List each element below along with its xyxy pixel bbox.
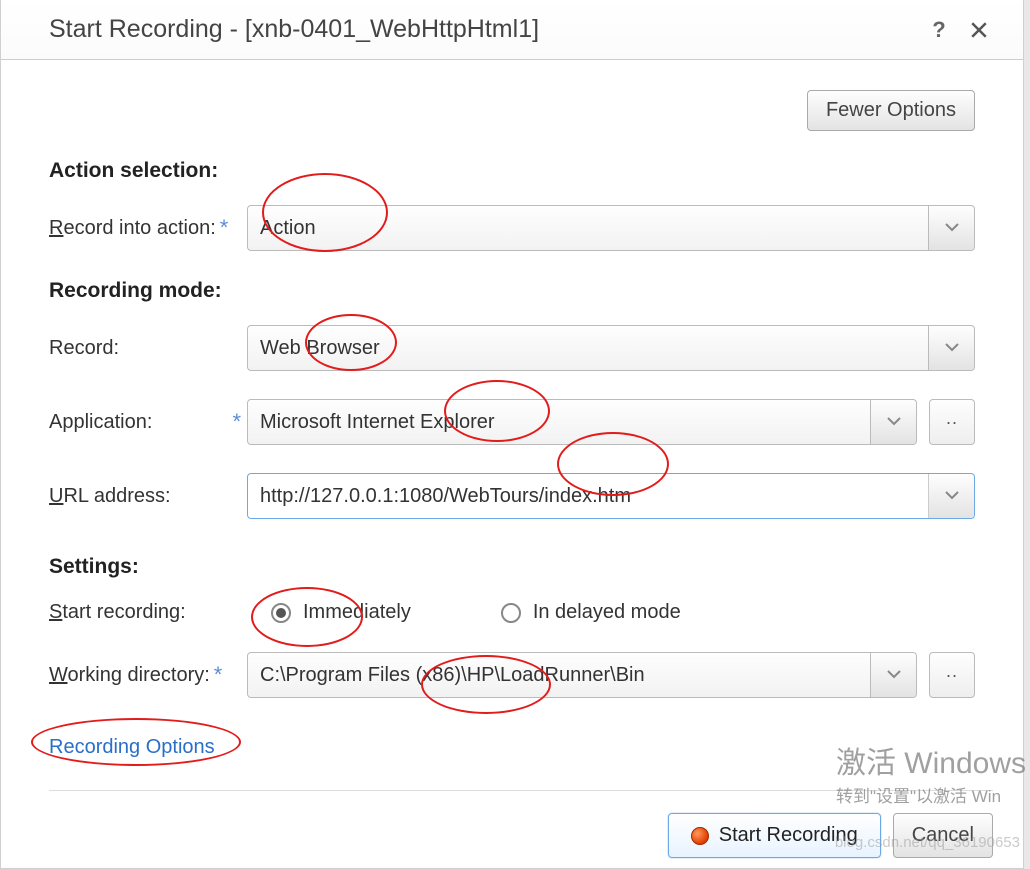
label-record-into-action: Record into action: *: [49, 215, 247, 241]
start-recording-button[interactable]: Start Recording: [668, 813, 881, 858]
required-icon: *: [210, 662, 229, 688]
working-directory-browse-button[interactable]: ..: [929, 652, 975, 698]
start-recording-radio-group: Immediately In delayed mode: [247, 601, 681, 624]
dialog-footer: Start Recording Cancel: [49, 790, 993, 858]
chevron-down-icon[interactable]: [928, 326, 974, 370]
label-url-address: URL address:: [49, 485, 247, 508]
application-value: Microsoft Internet Explorer: [260, 411, 495, 434]
titlebar: Start Recording - [xnb-0401_WebHttpHtml1…: [1, 0, 1023, 60]
section-recording-mode: Recording mode:: [49, 279, 975, 303]
help-button[interactable]: ?: [925, 16, 953, 44]
chevron-down-icon[interactable]: [928, 206, 974, 250]
divider: [49, 790, 993, 791]
section-settings: Settings:: [49, 555, 975, 579]
chevron-down-icon[interactable]: [928, 474, 974, 518]
section-action-selection: Action selection:: [49, 159, 975, 183]
radio-delayed-mode[interactable]: In delayed mode: [501, 601, 681, 624]
start-recording-dialog: Start Recording - [xnb-0401_WebHttpHtml1…: [0, 0, 1024, 869]
label-record: Record:: [49, 337, 247, 360]
label-application: Application: *: [49, 409, 247, 435]
label-start-recording: Start recording:: [49, 601, 247, 624]
ellipsis-icon: ..: [946, 661, 958, 682]
fewer-options-button[interactable]: Fewer Options: [807, 90, 975, 131]
chevron-down-icon[interactable]: [870, 653, 916, 697]
url-address-input[interactable]: http://127.0.0.1:1080/WebTours/index.htm: [247, 473, 975, 519]
record-value: Web Browser: [260, 337, 380, 360]
dialog-title: Start Recording - [xnb-0401_WebHttpHtml1…: [49, 15, 913, 44]
required-icon: *: [228, 409, 247, 435]
record-into-action-value: Action: [260, 217, 316, 240]
dialog-content: Fewer Options Action selection: Record i…: [1, 60, 1023, 759]
radio-icon: [501, 603, 521, 623]
application-browse-button[interactable]: ..: [929, 399, 975, 445]
working-directory-value: C:\Program Files (x86)\HP\LoadRunner\Bin: [260, 664, 645, 687]
record-dropdown[interactable]: Web Browser: [247, 325, 975, 371]
chevron-down-icon[interactable]: [870, 400, 916, 444]
ellipsis-icon: ..: [946, 408, 958, 429]
label-working-directory: Working directory: *: [49, 662, 247, 688]
close-button[interactable]: [965, 16, 993, 44]
cancel-button[interactable]: Cancel: [893, 813, 993, 858]
record-into-action-dropdown[interactable]: Action: [247, 205, 975, 251]
working-directory-dropdown[interactable]: C:\Program Files (x86)\HP\LoadRunner\Bin: [247, 652, 917, 698]
application-dropdown[interactable]: Microsoft Internet Explorer: [247, 399, 917, 445]
record-icon: [691, 827, 709, 845]
required-icon: *: [216, 215, 235, 241]
url-address-value: http://127.0.0.1:1080/WebTours/index.htm: [260, 485, 631, 508]
recording-options-link[interactable]: Recording Options: [49, 736, 215, 759]
radio-icon: [271, 603, 291, 623]
radio-immediately[interactable]: Immediately: [271, 601, 411, 624]
